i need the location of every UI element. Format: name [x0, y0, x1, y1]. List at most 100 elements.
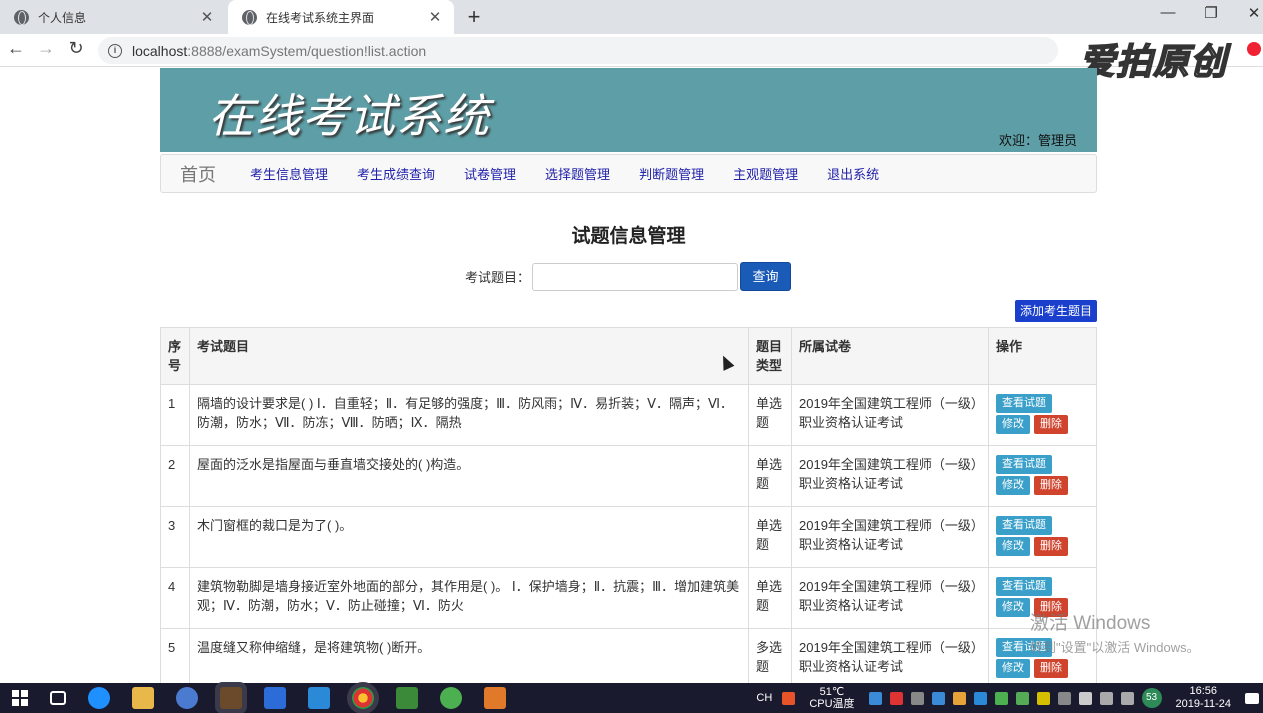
tray-app-icon[interactable]	[931, 691, 945, 705]
view-question-button[interactable]: 查看试题	[996, 516, 1052, 535]
activation-hint: 转到"设置"以激活 Windows。	[1030, 640, 1200, 655]
cell-type: 单选题	[748, 567, 792, 629]
vscode-icon[interactable]	[308, 687, 330, 709]
delete-button[interactable]: 删除	[1034, 415, 1068, 434]
new-tab-button[interactable]: +	[462, 4, 486, 30]
nav-score-query[interactable]: 考生成绩查询	[357, 164, 435, 183]
network-icon[interactable]	[1099, 691, 1113, 705]
app-s-icon[interactable]	[176, 687, 198, 709]
cell-seq: 1	[160, 384, 190, 446]
extension-icon[interactable]	[1247, 42, 1261, 56]
url-path: :8888/examSystem/question!list.action	[187, 42, 427, 59]
cpu-temp: 51℃ CPU温度	[809, 686, 854, 710]
url-host: localhost	[132, 42, 188, 59]
clock-date: 2019-11-24	[1175, 698, 1231, 710]
minimize-button[interactable]: —	[1153, 4, 1183, 21]
back-button[interactable]: ←	[4, 38, 28, 59]
cell-question: 屋面的泛水是指屋面与垂直墙交接处的( )构造。	[189, 445, 749, 507]
wps-icon[interactable]	[264, 687, 286, 709]
action-center-icon[interactable]	[1245, 692, 1259, 704]
shield-icon[interactable]	[994, 691, 1008, 705]
cell-seq: 3	[160, 506, 190, 568]
edit-button[interactable]: 修改	[996, 415, 1030, 434]
add-question-button[interactable]: 添加考生题目	[1015, 300, 1097, 322]
tab-personal-info[interactable]: 个人信息 ✕	[0, 0, 226, 34]
green-app-icon[interactable]	[440, 687, 462, 709]
tray-app-icon[interactable]	[910, 691, 924, 705]
nav-student-info[interactable]: 考生信息管理	[250, 164, 328, 183]
nav-logout[interactable]: 退出系统	[827, 164, 879, 183]
reload-button[interactable]: ↻	[64, 38, 88, 59]
cell-seq: 2	[160, 445, 190, 507]
tray-app-icon[interactable]	[868, 691, 882, 705]
restore-button[interactable]: ❐	[1196, 4, 1226, 22]
task-view-icon[interactable]	[50, 691, 66, 705]
volume-icon[interactable]	[1120, 691, 1134, 705]
globe-icon	[14, 9, 29, 25]
edit-button[interactable]: 修改	[996, 537, 1030, 556]
cell-seq: 5	[160, 628, 190, 690]
main-nav: 首页 考生信息管理 考生成绩查询 试卷管理 选择题管理 判断题管理 主观题管理 …	[160, 154, 1097, 193]
tray-app-icon[interactable]	[973, 691, 987, 705]
browser-q-icon[interactable]	[88, 687, 110, 709]
question-table: 序号 考试题目 题目类型 所属试卷 操作 1 隔墙的设计要求是( ) Ⅰ．自重轻；…	[160, 327, 1097, 690]
tray-app-icon[interactable]	[952, 691, 966, 705]
close-icon[interactable]: ✕	[426, 8, 444, 26]
edit-button[interactable]: 修改	[996, 476, 1030, 495]
cell-question: 建筑物勒脚是墙身接近室外地面的部分，其作用是( )。 Ⅰ．保护墙身；Ⅱ．抗震；Ⅲ…	[189, 567, 749, 629]
file-explorer-icon[interactable]	[132, 687, 154, 709]
close-window-button[interactable]: ✕	[1239, 4, 1263, 22]
col-seq: 序号	[160, 327, 190, 385]
sogou-icon[interactable]	[782, 691, 796, 705]
view-question-button[interactable]: 查看试题	[996, 394, 1052, 413]
tab-label: 在线考试系统主界面	[266, 10, 375, 25]
notepad-icon[interactable]	[396, 687, 418, 709]
search-button[interactable]: 查询	[740, 262, 792, 291]
table-row: 4 建筑物勒脚是墙身接近室外地面的部分，其作用是( )。 Ⅰ．保护墙身；Ⅱ．抗震；…	[160, 567, 1097, 629]
table-row: 2 屋面的泛水是指屋面与垂直墙交接处的( )构造。 单选题 2019年全国建筑工程师（…	[160, 445, 1097, 507]
nav-home[interactable]: 首页	[180, 161, 216, 187]
tray-app-icon[interactable]	[1015, 691, 1029, 705]
notification-count-badge[interactable]: 53	[1141, 688, 1162, 708]
chrome-icon[interactable]	[352, 687, 374, 709]
site-banner: 在线考试系统 欢迎：管理员	[160, 68, 1097, 152]
search-input[interactable]	[532, 262, 739, 291]
tray-app-icon[interactable]	[1036, 691, 1050, 705]
delete-button[interactable]: 删除	[1034, 537, 1068, 556]
tray-app-icon[interactable]	[889, 691, 903, 705]
forward-button[interactable]: →	[34, 38, 58, 59]
tab-label: 个人信息	[38, 10, 87, 25]
cell-paper: 2019年全国建筑工程师（一级）职业资格认证考试	[791, 384, 989, 446]
search-label: 考试题目：	[465, 270, 531, 285]
clock[interactable]: 16:56 2019-11-24	[1176, 685, 1231, 711]
cell-type: 多选题	[748, 628, 792, 690]
windows-start-icon[interactable]	[12, 690, 28, 706]
cell-seq: 4	[160, 567, 190, 629]
tray-app-icon[interactable]	[1057, 691, 1071, 705]
col-ops: 操作	[988, 327, 1097, 385]
ide-icon[interactable]	[484, 687, 506, 709]
nav-subjective-manage[interactable]: 主观题管理	[733, 164, 798, 183]
cell-ops: 查看试题修改 删除	[988, 384, 1097, 446]
info-icon[interactable]: i	[108, 43, 122, 58]
lock-icon[interactable]	[1078, 691, 1092, 705]
cell-paper: 2019年全国建筑工程师（一级）职业资格认证考试	[791, 445, 989, 507]
globe-icon	[242, 9, 257, 25]
welcome-text: 欢迎：管理员	[998, 133, 1077, 148]
aipai-icon[interactable]	[220, 687, 242, 709]
delete-button[interactable]: 删除	[1034, 476, 1068, 495]
ime-indicator[interactable]: CH	[756, 692, 772, 704]
edit-button[interactable]: 修改	[996, 659, 1030, 678]
table-header-row: 序号 考试题目 题目类型 所属试卷 操作	[160, 327, 1097, 385]
close-icon[interactable]: ✕	[198, 8, 216, 26]
view-question-button[interactable]: 查看试题	[996, 455, 1052, 474]
url-input[interactable]: i localhost:8888/examSystem/question!lis…	[98, 37, 1058, 64]
nav-choice-manage[interactable]: 选择题管理	[545, 164, 610, 183]
system-tray: CH 51℃ CPU温度 53 16:56 2019-11-24	[756, 683, 1263, 713]
nav-judge-manage[interactable]: 判断题管理	[639, 164, 704, 183]
nav-paper-manage[interactable]: 试卷管理	[464, 164, 516, 183]
tab-exam-main[interactable]: 在线考试系统主界面 ✕	[228, 0, 454, 34]
view-question-button[interactable]: 查看试题	[996, 577, 1052, 596]
edit-button[interactable]: 修改	[996, 598, 1030, 617]
delete-button[interactable]: 删除	[1034, 659, 1068, 678]
